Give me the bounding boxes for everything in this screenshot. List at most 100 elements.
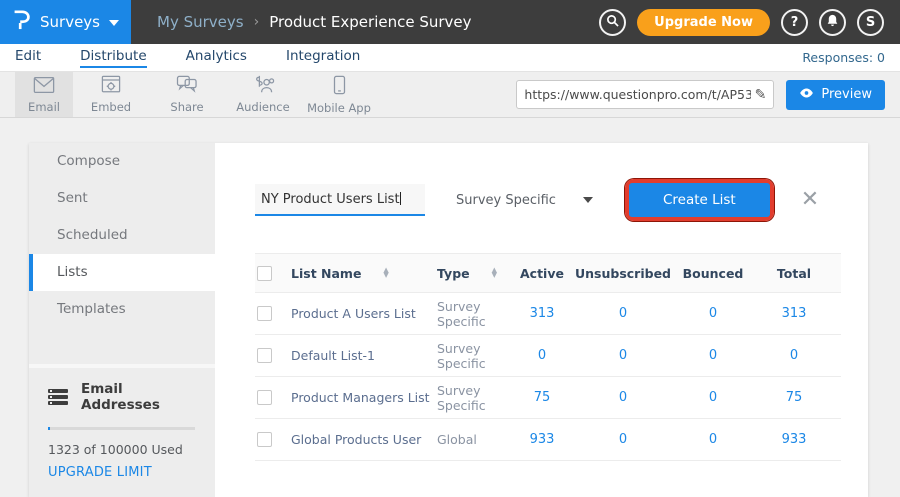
usage-progress-bar — [48, 427, 195, 430]
table-row: Product Managers List Survey Specific 75… — [255, 377, 841, 419]
page-title: Product Experience Survey — [269, 13, 471, 31]
account-avatar[interactable]: S — [857, 9, 884, 36]
email-addresses-header: Email Addresses — [48, 381, 195, 413]
text-cursor — [400, 192, 401, 205]
upgrade-now-button[interactable]: Upgrade Now — [637, 9, 770, 36]
row-checkbox[interactable] — [257, 306, 272, 321]
active-count[interactable]: 933 — [517, 432, 567, 447]
column-total: Total — [747, 266, 841, 281]
select-all-checkbox[interactable] — [257, 266, 272, 281]
sidebar-item-sent[interactable]: Sent — [29, 180, 215, 217]
list-name-link[interactable]: Default List-1 — [291, 348, 437, 363]
notifications-button[interactable] — [819, 9, 846, 36]
sort-icon[interactable]: ▲▼ — [492, 268, 497, 278]
column-unsubscribed: Unsubscribed — [567, 266, 679, 281]
list-name-input[interactable]: NY Product Users List — [255, 184, 425, 216]
email-icon — [33, 76, 55, 97]
list-name-value: NY Product Users List — [261, 192, 400, 207]
table-row: Global Products User Global 933 0 0 933 — [255, 419, 841, 461]
unsubscribed-count[interactable]: 0 — [567, 390, 679, 405]
questionpro-logo-icon — [12, 8, 31, 36]
toolbar-item-label: Embed — [91, 100, 131, 114]
sidebar-item-scheduled[interactable]: Scheduled — [29, 217, 215, 254]
sidebar-item-lists[interactable]: Lists — [29, 254, 215, 291]
distribute-toolbar: Email Embed Share Audience Mobile App ht… — [0, 72, 900, 118]
list-type-value: Survey Specific — [456, 193, 556, 208]
address-list-icon — [48, 389, 68, 405]
question-mark-icon: ? — [791, 15, 799, 30]
email-sidebar: Compose Sent Scheduled Lists Templates E… — [29, 143, 215, 497]
mobile-icon — [333, 75, 346, 98]
active-count[interactable]: 313 — [517, 306, 567, 321]
sort-icon[interactable]: ▲▼ — [383, 268, 388, 278]
top-header: Surveys My Surveys › Product Experience … — [0, 0, 900, 44]
toolbar-item-label: Mobile App — [307, 101, 371, 115]
toolbar-item-embed[interactable]: Embed — [73, 72, 149, 117]
unsubscribed-count[interactable]: 0 — [567, 432, 679, 447]
table-row: Product A Users List Survey Specific 313… — [255, 293, 841, 335]
table-header-row: List Name ▲▼ Type ▲▼ Active Unsubscribed… — [255, 253, 841, 293]
bounced-count[interactable]: 0 — [679, 306, 747, 321]
toolbar-item-label: Audience — [236, 100, 289, 114]
chevron-down-icon — [109, 20, 119, 26]
content-area: Compose Sent Scheduled Lists Templates E… — [0, 118, 900, 497]
total-count[interactable]: 313 — [747, 306, 841, 321]
toolbar-item-label: Email — [28, 100, 60, 114]
app-menu-label: Surveys — [40, 13, 100, 31]
unsubscribed-count[interactable]: 0 — [567, 348, 679, 363]
header-actions: Upgrade Now ? S — [599, 0, 900, 44]
survey-url-field[interactable]: https://www.questionpro.com/t/AP53kZgfo … — [516, 80, 774, 109]
tab-analytics[interactable]: Analytics — [186, 48, 247, 68]
preview-label: Preview — [821, 87, 872, 102]
column-active: Active — [517, 266, 567, 281]
list-name-link[interactable]: Product Managers List — [291, 390, 437, 405]
total-count[interactable]: 0 — [747, 348, 841, 363]
row-checkbox[interactable] — [257, 348, 272, 363]
survey-url-text[interactable]: https://www.questionpro.com/t/AP53kZgfo — [524, 87, 750, 102]
row-checkbox[interactable] — [257, 390, 272, 405]
create-list-button[interactable]: Create List — [629, 183, 770, 217]
total-count[interactable]: 75 — [747, 390, 841, 405]
responses-count[interactable]: Responses: 0 — [802, 50, 885, 65]
list-type: Survey Specific — [437, 299, 517, 329]
create-list-row: NY Product Users List Survey Specific Cr… — [255, 179, 842, 221]
toolbar-item-mobile-app[interactable]: Mobile App — [301, 72, 377, 117]
search-button[interactable] — [599, 9, 626, 36]
list-type: Survey Specific — [437, 341, 517, 371]
search-icon — [606, 14, 619, 31]
column-type[interactable]: Type ▲▼ — [437, 266, 517, 281]
upgrade-limit-link[interactable]: UPGRADE LIMIT — [48, 465, 195, 480]
embed-icon — [101, 75, 121, 97]
bounced-count[interactable]: 0 — [679, 348, 747, 363]
list-name-link[interactable]: Global Products User — [291, 432, 437, 447]
unsubscribed-count[interactable]: 0 — [567, 306, 679, 321]
lists-main: NY Product Users List Survey Specific Cr… — [215, 143, 868, 497]
list-name-link[interactable]: Product A Users List — [291, 306, 437, 321]
row-checkbox[interactable] — [257, 432, 272, 447]
toolbar-item-share[interactable]: Share — [149, 72, 225, 117]
help-button[interactable]: ? — [781, 9, 808, 36]
email-lists-panel: Compose Sent Scheduled Lists Templates E… — [29, 143, 868, 497]
active-count[interactable]: 75 — [517, 390, 567, 405]
column-list-name[interactable]: List Name ▲▼ — [291, 266, 437, 281]
surveys-app-menu[interactable]: Surveys — [0, 0, 131, 44]
active-count[interactable]: 0 — [517, 348, 567, 363]
tab-distribute[interactable]: Distribute — [80, 48, 147, 68]
toolbar-right: https://www.questionpro.com/t/AP53kZgfo … — [516, 72, 885, 117]
edit-url-pencil-icon[interactable]: ✎ — [755, 87, 767, 103]
total-count[interactable]: 933 — [747, 432, 841, 447]
tab-integration[interactable]: Integration — [286, 48, 360, 68]
breadcrumb-my-surveys[interactable]: My Surveys — [157, 13, 244, 31]
bounced-count[interactable]: 0 — [679, 390, 747, 405]
sidebar-item-compose[interactable]: Compose — [29, 143, 215, 180]
sidebar-item-templates[interactable]: Templates — [29, 291, 215, 328]
tab-edit[interactable]: Edit — [15, 48, 41, 68]
bounced-count[interactable]: 0 — [679, 432, 747, 447]
close-icon[interactable]: ✕ — [801, 189, 819, 211]
email-addresses-title: Email Addresses — [81, 381, 195, 413]
list-type-select[interactable]: Survey Specific — [456, 193, 593, 208]
toolbar-item-email[interactable]: Email — [15, 72, 73, 117]
toolbar-item-audience[interactable]: Audience — [225, 72, 301, 117]
preview-button[interactable]: Preview — [786, 80, 885, 110]
email-addresses-section: Email Addresses 1323 of 100000 Used UPGR… — [29, 368, 215, 480]
